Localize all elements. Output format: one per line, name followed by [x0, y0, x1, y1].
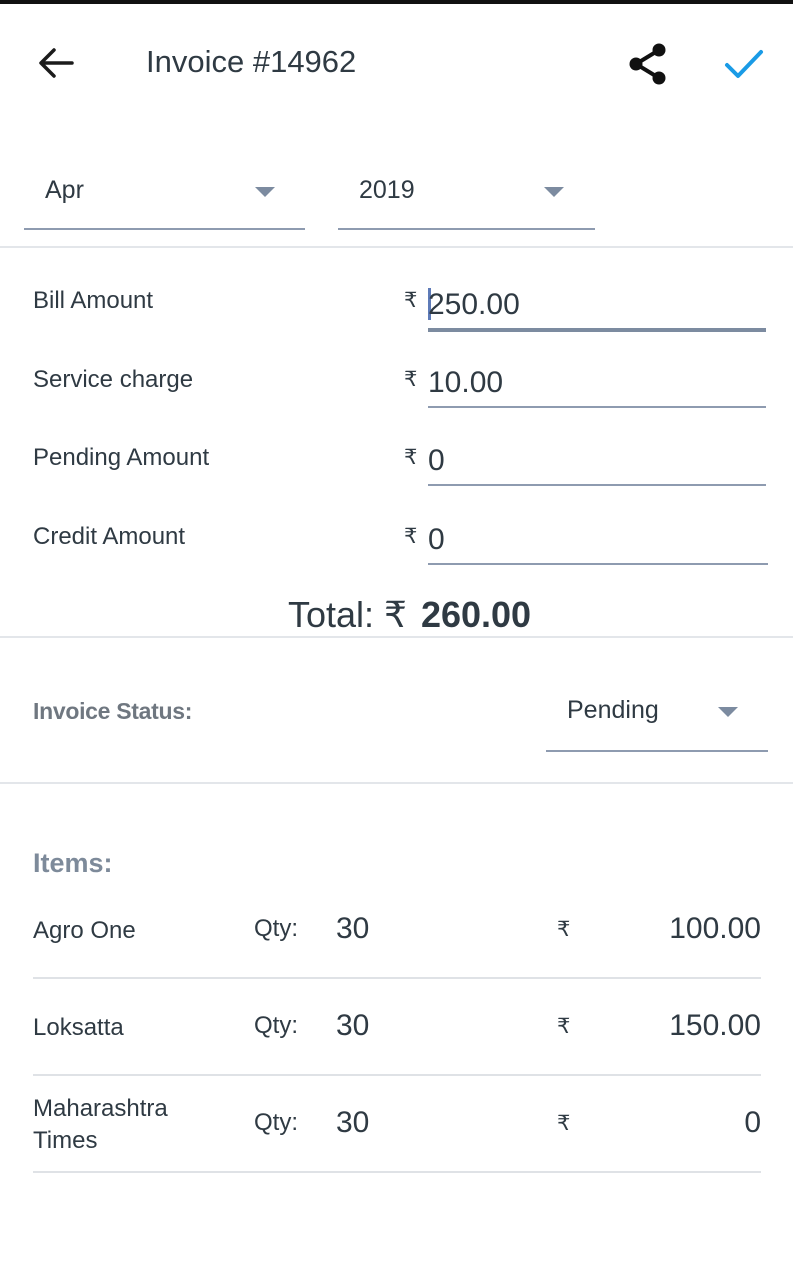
list-item: Agro One Qty: 30 ₹ 100.00	[33, 881, 761, 979]
arrow-left-icon	[39, 48, 74, 78]
caret-down-icon	[544, 187, 564, 197]
rupee-symbol: ₹	[404, 525, 418, 548]
item-qty: 30	[336, 1106, 370, 1139]
qty-label: Qty:	[254, 1109, 299, 1136]
bill-amount-input[interactable]: 250.00	[428, 280, 766, 332]
item-name: Loksatta	[33, 1014, 124, 1041]
invoice-status-label: Invoice Status:	[33, 698, 193, 724]
item-name: Agro One	[33, 917, 136, 944]
service-charge-input[interactable]: 10.00	[428, 358, 766, 408]
list-item: Maharashtra Times Qty: 30 ₹ 0	[33, 1075, 761, 1173]
total-value: 260.00	[420, 594, 532, 635]
total-label: Total: ₹	[288, 594, 407, 635]
credit-amount-input[interactable]: 0	[428, 515, 768, 565]
save-button[interactable]	[718, 38, 770, 90]
item-qty: 30	[336, 1009, 370, 1042]
list-item: Loksatta Qty: 30 ₹ 150.00	[33, 978, 761, 1076]
item-price: 0	[744, 1106, 761, 1139]
year-select[interactable]: 2019	[338, 160, 595, 230]
rupee-symbol: ₹	[404, 446, 418, 469]
items-section-title: Items:	[33, 848, 113, 878]
check-icon	[725, 50, 763, 78]
rupee-symbol: ₹	[404, 368, 418, 391]
bill-amount-label: Bill Amount	[33, 287, 154, 314]
caret-down-icon	[255, 187, 275, 197]
rupee-symbol: ₹	[557, 918, 571, 941]
rupee-symbol: ₹	[557, 1112, 571, 1135]
share-icon	[629, 43, 666, 85]
year-select-value: 2019	[359, 176, 415, 204]
rupee-symbol: ₹	[557, 1015, 571, 1038]
item-price: 150.00	[669, 1009, 761, 1042]
item-price: 100.00	[669, 912, 761, 945]
app-bar: Invoice #14962	[0, 4, 793, 116]
qty-label: Qty:	[254, 1012, 299, 1039]
item-qty: 30	[336, 912, 370, 945]
bill-amount-value: 250.00	[428, 288, 520, 321]
pending-amount-label: Pending Amount	[33, 444, 210, 471]
credit-amount-value: 0	[428, 523, 445, 556]
month-select-value: Apr	[45, 176, 84, 204]
share-button[interactable]	[622, 38, 674, 90]
pending-amount-value: 0	[428, 444, 445, 477]
pending-amount-input[interactable]: 0	[428, 436, 766, 486]
back-button[interactable]	[30, 38, 82, 88]
qty-label: Qty:	[254, 915, 299, 942]
total-amount: Total: ₹ 260.00	[288, 594, 531, 636]
page-title: Invoice #14962	[146, 44, 357, 79]
invoice-status-select[interactable]: Pending	[546, 682, 768, 752]
credit-amount-label: Credit Amount	[33, 523, 186, 550]
month-select[interactable]: Apr	[24, 160, 305, 230]
caret-down-icon	[718, 707, 738, 717]
service-charge-label: Service charge	[33, 366, 194, 393]
item-name: Maharashtra Times	[33, 1095, 168, 1154]
divider	[0, 246, 793, 248]
divider	[0, 782, 793, 784]
invoice-status-value: Pending	[567, 696, 659, 724]
divider	[0, 636, 793, 638]
service-charge-value: 10.00	[428, 366, 504, 399]
rupee-symbol: ₹	[404, 289, 418, 312]
